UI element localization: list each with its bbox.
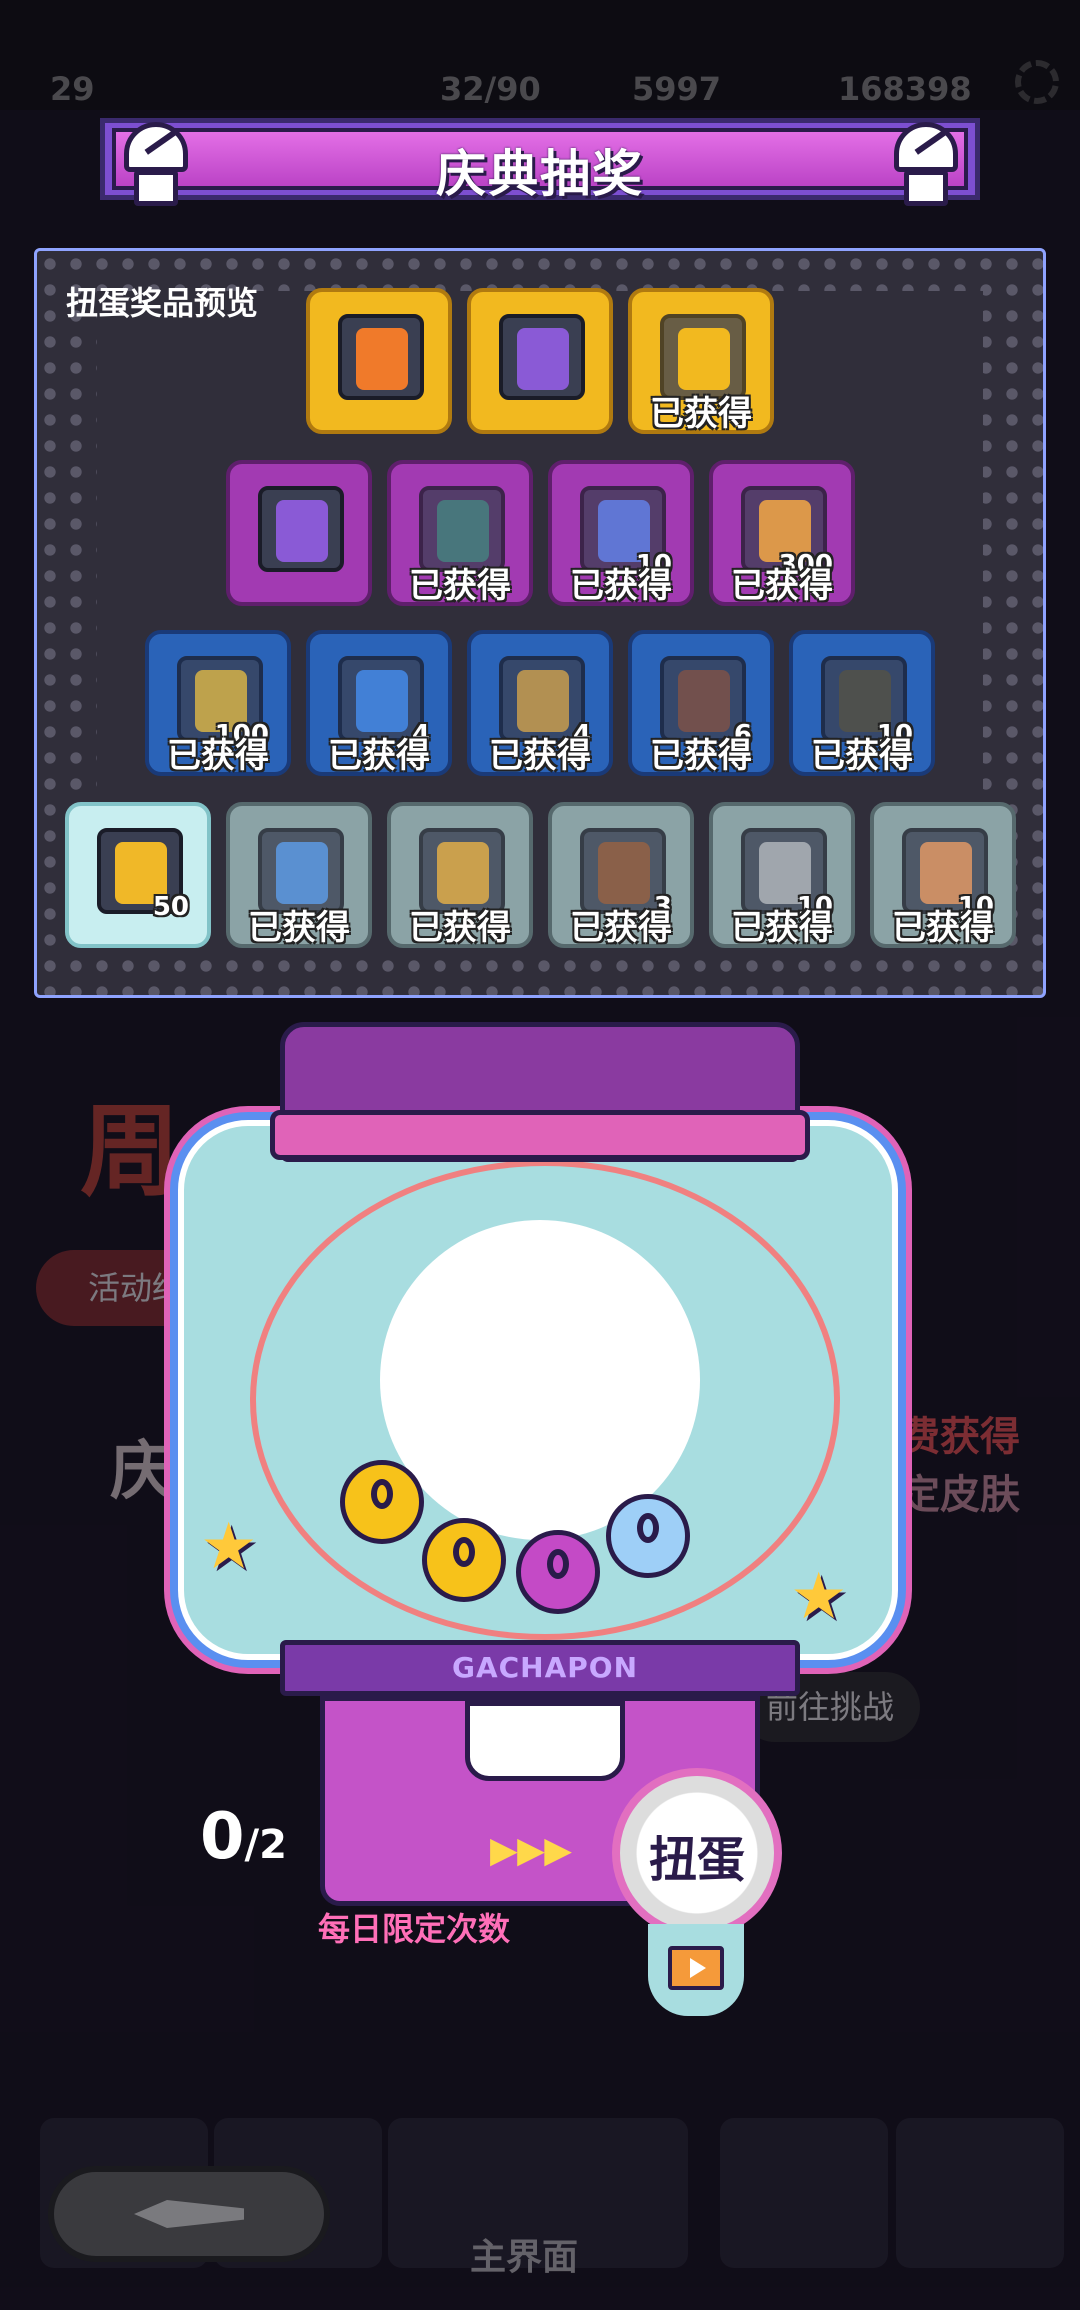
gachapon-label: GACHAPON (451, 1651, 639, 1684)
obtained-label: 已获得 (811, 736, 913, 776)
star-left-icon: ★ (200, 1510, 258, 1584)
back-button[interactable] (48, 2166, 330, 2262)
prize-tile[interactable]: 10 已获得 (789, 630, 935, 776)
prize-tile[interactable]: 100 已获得 (145, 630, 291, 776)
prize-tile[interactable]: 10 已获得 (709, 802, 855, 948)
title-banner: 庆典抽奖 (100, 110, 980, 206)
prize-tile[interactable]: 已获得 (387, 460, 533, 606)
prize-tile[interactable]: 4 已获得 (467, 630, 613, 776)
capsule-right-icon (890, 122, 962, 210)
star-right-icon: ★ (790, 1560, 848, 1634)
obtained-label: 已获得 (489, 736, 591, 776)
video-play-icon (668, 1946, 724, 1990)
prize-tile[interactable]: 已获得 (628, 288, 774, 434)
capsule-ball-yellow (340, 1460, 424, 1544)
gold-key-icon (517, 670, 569, 732)
prize-icon-frame (338, 314, 424, 400)
back-arrow-icon (134, 2200, 244, 2228)
wooden-box-icon (598, 842, 650, 904)
obtained-label: 已获得 (650, 736, 752, 776)
nav-home-label: 主界面 (470, 2237, 579, 2278)
obtained-label: 已获得 (248, 908, 350, 948)
s-rank-icon (356, 328, 408, 390)
nav-tile-4 (720, 2118, 888, 2268)
spin-count: 0/2 (200, 1800, 287, 1874)
frog-avatar-icon (437, 500, 489, 562)
capsule-left-icon (120, 122, 192, 210)
prize-tile[interactable]: 10 已获得 (548, 460, 694, 606)
obtained-label: 已获得 (167, 736, 269, 776)
prize-quantity: 50 (152, 892, 189, 922)
top-status-bar: 29 32/90 5997 168398 (0, 60, 1080, 110)
prize-tile[interactable]: 3 已获得 (548, 802, 694, 948)
obtained-label: 已获得 (731, 908, 833, 948)
nav-tile-5 (896, 2118, 1064, 2268)
obtained-label: 已获得 (570, 566, 672, 606)
machine-lid-band (270, 1110, 810, 1160)
prize-tile[interactable] (226, 460, 372, 606)
capsule-slot (465, 1701, 625, 1781)
prize-tile[interactable]: 10 已获得 (870, 802, 1016, 948)
character-portrait-icon (276, 500, 328, 562)
arrow-indicator-icon: ▶ ▶ ▶ (490, 1830, 572, 1871)
prize-tile[interactable]: 4 已获得 (306, 630, 452, 776)
gold-counter: 5997 (632, 70, 722, 108)
obtained-label: 已获得 (409, 908, 511, 948)
obtained-label: 已获得 (409, 566, 511, 606)
prize-icon-frame (258, 486, 344, 572)
capsule-ball-yellow-2 (422, 1518, 506, 1602)
watch-ad-button[interactable] (648, 1924, 744, 2016)
prize-preview-title: 扭蛋奖品预览 (66, 284, 259, 322)
prize-icon-frame (499, 314, 585, 400)
machine-globe (380, 1220, 700, 1540)
prize-tile[interactable] (306, 288, 452, 434)
player-level: 29 (50, 70, 95, 108)
prize-tile[interactable]: 6 已获得 (628, 630, 774, 776)
prize-tile[interactable] (467, 288, 613, 434)
coin-counter: 168398 (838, 70, 972, 108)
capsule-ball-blue (606, 1494, 690, 1578)
character-portrait-icon (517, 328, 569, 390)
prize-tile[interactable]: 300 已获得 (709, 460, 855, 606)
gold-key-icon (437, 842, 489, 904)
ticket-icon (276, 842, 328, 904)
obtained-label: 已获得 (570, 908, 672, 948)
obtained-label: 已获得 (731, 566, 833, 606)
wooden-box-icon (678, 670, 730, 732)
spin-button-label: 扭蛋 (648, 1832, 745, 1888)
gachapon-label-plate: GACHAPON (280, 1640, 800, 1696)
capsule-ball-purple (516, 1530, 600, 1614)
gear-icon (1015, 60, 1059, 104)
energy-counter: 32/90 (440, 70, 541, 108)
obtained-label: 已获得 (650, 394, 752, 434)
number-one-icon (678, 328, 730, 390)
obtained-label: 已获得 (328, 736, 430, 776)
prize-tile[interactable]: 已获得 (226, 802, 372, 948)
daily-limit-text: 每日限定次数 (318, 1910, 511, 1948)
page-title: 庆典抽奖 (436, 145, 644, 203)
obtained-label: 已获得 (892, 908, 994, 948)
ticket-icon (356, 670, 408, 732)
spin-button[interactable]: 扭蛋 (612, 1768, 782, 1938)
prize-tile[interactable]: 已获得 (387, 802, 533, 948)
prize-tile[interactable]: 50 (65, 802, 211, 948)
